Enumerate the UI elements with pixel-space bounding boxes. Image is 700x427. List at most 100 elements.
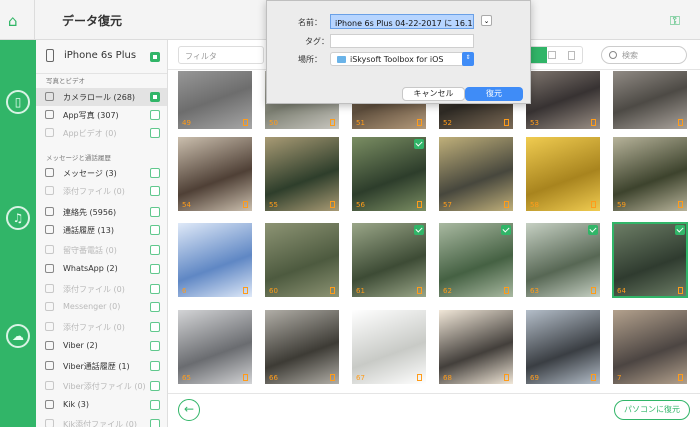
photo-thumbnail[interactable]: 60: [265, 223, 339, 297]
trash-icon: [591, 119, 596, 126]
filter-input[interactable]: フィルタ: [178, 46, 264, 64]
photo-thumbnail[interactable]: 56: [352, 137, 426, 211]
sidebar-item[interactable]: Kik (3): [36, 396, 167, 414]
sidebar-item[interactable]: Appビデオ (0): [36, 124, 167, 142]
sidebar-item[interactable]: カメラロール (268): [36, 88, 167, 106]
expand-dialog-icon[interactable]: ⌄: [481, 15, 492, 26]
sidebar-item[interactable]: Viber (2): [36, 337, 167, 355]
sidebar-item[interactable]: WhatsApp (2): [36, 260, 167, 278]
sidebar-item[interactable]: Kik添付ファイル (0): [36, 415, 167, 427]
item-checkbox[interactable]: [150, 419, 160, 427]
location-select[interactable]: iSkysoft Toolbox for iOS ⇕: [330, 52, 474, 66]
sidebar-item[interactable]: Viber通話履歴 (1): [36, 357, 167, 375]
item-checkbox[interactable]: [150, 361, 160, 371]
category-icon: [45, 381, 54, 390]
item-checkbox[interactable]: [150, 225, 160, 235]
export-to-computer-button[interactable]: パソコンに復元: [614, 400, 690, 420]
sidebar-item-label: Kik (3): [63, 400, 89, 409]
item-checkbox[interactable]: [150, 168, 160, 178]
item-checkbox[interactable]: [150, 186, 160, 196]
item-checkbox[interactable]: [150, 92, 160, 102]
photo-thumbnail[interactable]: 67: [352, 310, 426, 384]
photo-thumbnail[interactable]: 7: [613, 310, 687, 384]
item-checkbox[interactable]: [150, 264, 160, 274]
sidebar-item[interactable]: 留守番電話 (0): [36, 241, 167, 259]
trash-icon: [678, 119, 683, 126]
location-dropdown-icon[interactable]: ⇕: [462, 52, 474, 66]
photo-thumbnail[interactable]: 55: [265, 137, 339, 211]
cancel-button[interactable]: キャンセル: [402, 87, 465, 101]
list-view-icon[interactable]: [548, 51, 556, 59]
photo-thumbnail[interactable]: 64: [612, 222, 688, 298]
name-field[interactable]: iPhone 6s Plus 04-22-2017 に 16.17.: [330, 14, 474, 29]
tag-field[interactable]: [330, 34, 474, 48]
trash-icon: [678, 374, 683, 381]
item-checkbox[interactable]: [150, 302, 160, 312]
photo-thumbnail[interactable]: 57: [439, 137, 513, 211]
item-checkbox[interactable]: [150, 400, 160, 410]
sidebar-item[interactable]: 添付ファイル (0): [36, 182, 167, 200]
photo-checkbox[interactable]: [414, 225, 424, 235]
photo-checkbox[interactable]: [675, 225, 685, 235]
sidebar-item[interactable]: 添付ファイル (0): [36, 280, 167, 298]
item-checkbox[interactable]: [150, 128, 160, 138]
category-icon: [45, 361, 54, 370]
item-checkbox[interactable]: [150, 284, 160, 294]
grid-view-icon[interactable]: [529, 47, 547, 63]
photo-thumbnail[interactable]: 61: [352, 223, 426, 297]
home-icon[interactable]: ⌂: [8, 13, 24, 29]
restore-button[interactable]: 復元: [465, 87, 523, 101]
photo-thumbnail[interactable]: 69: [526, 310, 600, 384]
device-mode-icon[interactable]: ▯: [6, 90, 30, 114]
back-arrow-icon[interactable]: ←: [178, 399, 200, 421]
photo-checkbox[interactable]: [414, 139, 424, 149]
search-input[interactable]: 検索: [601, 46, 687, 64]
sidebar-item[interactable]: メッセージ (3): [36, 164, 167, 182]
sidebar-item[interactable]: 通話履歴 (13): [36, 221, 167, 239]
photo-thumbnail[interactable]: 62: [439, 223, 513, 297]
item-checkbox[interactable]: [150, 322, 160, 332]
sidebar-item[interactable]: Viber添付ファイル (0): [36, 377, 167, 395]
item-checkbox[interactable]: [150, 381, 160, 391]
trash-icon: [243, 119, 248, 126]
photo-thumbnail[interactable]: 63: [526, 223, 600, 297]
search-placeholder: 検索: [622, 51, 638, 60]
photo-checkbox[interactable]: [588, 225, 598, 235]
detail-view-icon[interactable]: [568, 51, 575, 60]
photo-thumbnail[interactable]: 68: [439, 310, 513, 384]
device-checkbox[interactable]: [150, 52, 160, 62]
item-checkbox[interactable]: [150, 341, 160, 351]
photo-number: 66: [269, 374, 278, 382]
photo-thumbnail[interactable]: 65: [178, 310, 252, 384]
sidebar-item[interactable]: 連絡先 (5956): [36, 203, 167, 221]
sidebar-item[interactable]: App写真 (307): [36, 106, 167, 124]
item-checkbox[interactable]: [150, 207, 160, 217]
icloud-mode-icon[interactable]: ☁: [6, 324, 30, 348]
photo-thumbnail[interactable]: 54: [178, 137, 252, 211]
itunes-mode-icon[interactable]: ♫: [6, 206, 30, 230]
photo-number: 6: [182, 287, 187, 295]
photo-number: 7: [617, 374, 622, 382]
item-checkbox[interactable]: [150, 245, 160, 255]
photo-thumbnail[interactable]: [613, 71, 687, 129]
photo-number: 61: [356, 287, 365, 295]
photo-checkbox[interactable]: [501, 225, 511, 235]
photo-thumbnail[interactable]: 66: [265, 310, 339, 384]
sidebar-item[interactable]: 添付ファイル (0): [36, 318, 167, 336]
photo-thumbnail[interactable]: 58: [526, 137, 600, 211]
category-icon: [45, 400, 54, 409]
trash-icon: [330, 119, 335, 126]
item-checkbox[interactable]: [150, 110, 160, 120]
trash-icon: [504, 287, 509, 294]
trash-icon: [243, 374, 248, 381]
device-row[interactable]: iPhone 6s Plus: [36, 40, 167, 74]
photo-thumbnail[interactable]: 53: [526, 71, 600, 129]
photo-thumbnail[interactable]: 59: [613, 137, 687, 211]
key-icon[interactable]: ⚿: [670, 14, 680, 29]
category-sidebar: iPhone 6s Plus 写真とビデオ メッセージと通話履歴 カメラロール …: [36, 40, 168, 427]
photo-thumbnail[interactable]: 6: [178, 223, 252, 297]
photo-thumbnail[interactable]: 49: [178, 71, 252, 129]
sidebar-item-label: Viber添付ファイル (0): [63, 382, 146, 391]
category-icon: [45, 110, 54, 119]
sidebar-item[interactable]: Messenger (0): [36, 298, 167, 316]
